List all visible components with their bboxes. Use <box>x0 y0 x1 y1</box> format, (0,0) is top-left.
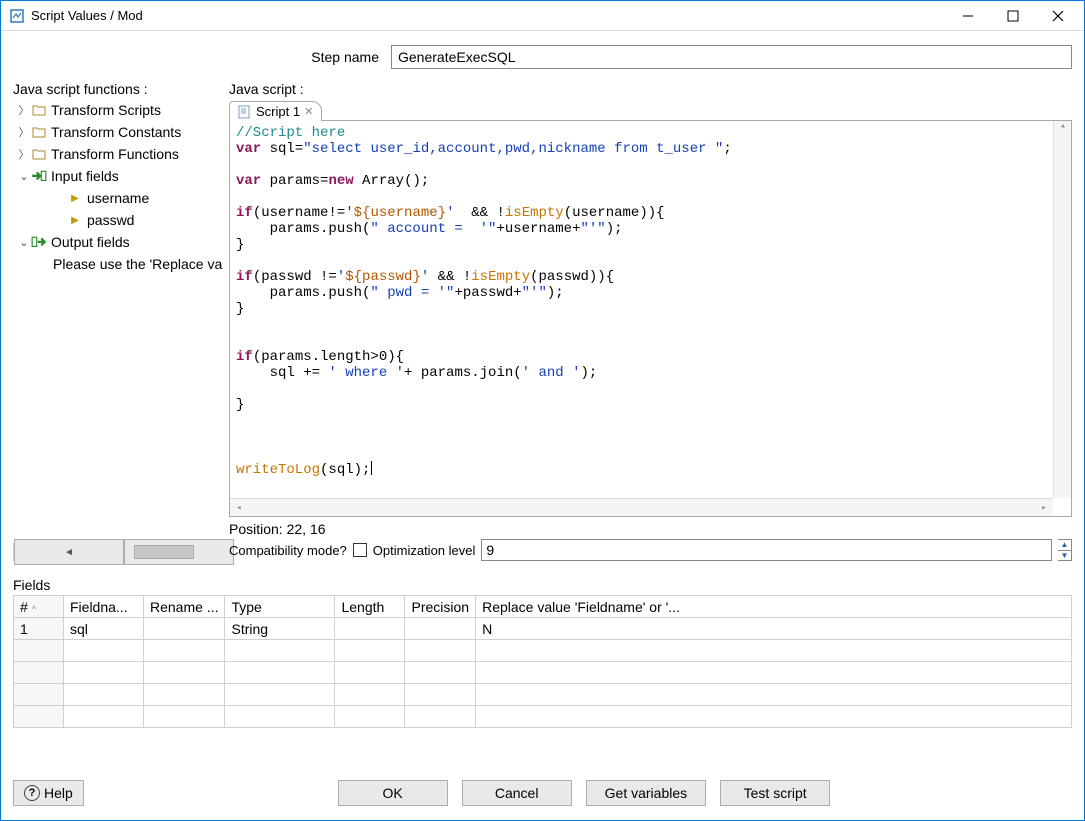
app-icon <box>9 8 25 24</box>
tree-item[interactable]: 〉 Transform Scripts <box>13 99 223 121</box>
fields-table[interactable]: #^Fieldna...Rename ...TypeLengthPrecisio… <box>13 595 1072 728</box>
table-row[interactable] <box>14 706 1072 728</box>
expand-icon[interactable]: 〉 <box>17 102 31 118</box>
folder-icon <box>31 146 47 162</box>
column-header[interactable]: Fieldna... <box>64 596 144 618</box>
tree-item[interactable]: 〉 Transform Constants <box>13 121 223 143</box>
step-name-row: Step name <box>13 45 1072 69</box>
column-header[interactable]: Rename ... <box>144 596 225 618</box>
script-icon <box>238 105 252 119</box>
tree-item-label: Transform Scripts <box>51 102 161 118</box>
table-row[interactable]: 1sqlStringN <box>14 618 1072 640</box>
field-icon: ▶ <box>67 190 83 206</box>
column-header[interactable]: Length <box>335 596 405 618</box>
tree-item-label: Output fields <box>51 234 130 250</box>
step-name-input[interactable] <box>391 45 1072 69</box>
help-icon: ? <box>24 785 40 801</box>
tree-item-label: Input fields <box>51 168 119 184</box>
functions-label: Java script functions : <box>13 81 223 97</box>
column-header[interactable]: #^ <box>14 596 64 618</box>
functions-tree[interactable]: 〉 Transform Scripts 〉 Transform Constants 〉 T… <box>13 99 223 543</box>
tree-item[interactable]: ▶passwd <box>13 209 223 231</box>
opt-level-spinner[interactable]: ▲▼ <box>1058 539 1072 561</box>
table-row[interactable] <box>14 640 1072 662</box>
collapse-icon[interactable]: ⌄ <box>17 170 31 183</box>
collapse-icon[interactable]: ⌄ <box>17 236 31 249</box>
output-fields-icon <box>31 234 47 250</box>
tree-item[interactable]: Please use the 'Replace value' field <box>13 253 223 275</box>
close-button[interactable] <box>1035 2 1080 30</box>
tree-item[interactable]: ⌄ Input fields <box>13 165 223 187</box>
script-tab-label: Script 1 <box>256 104 300 119</box>
code-editor[interactable]: //Script here var sql="select user_id,ac… <box>229 121 1072 517</box>
table-row[interactable] <box>14 662 1072 684</box>
cancel-button[interactable]: Cancel <box>462 780 572 806</box>
tree-item-label: Please use the 'Replace value' field <box>53 256 223 272</box>
opt-level-input[interactable] <box>481 539 1052 561</box>
tree-item-label: Transform Constants <box>51 124 181 140</box>
expand-icon[interactable]: 〉 <box>17 124 31 140</box>
folder-icon <box>31 124 47 140</box>
column-header[interactable]: Precision <box>405 596 476 618</box>
code-h-scrollbar[interactable]: ◂▸ <box>230 498 1053 516</box>
table-row[interactable] <box>14 684 1072 706</box>
tree-h-scrollbar[interactable]: ◄ ► <box>13 543 223 561</box>
help-button[interactable]: ? Help <box>13 780 84 806</box>
tree-item-label: Transform Functions <box>51 146 179 162</box>
tree-item-label: passwd <box>87 212 134 228</box>
compat-label: Compatibility mode? <box>229 543 347 558</box>
minimize-button[interactable] <box>945 2 990 30</box>
column-header[interactable]: Replace value 'Fieldname' or '... <box>476 596 1072 618</box>
script-tab-1[interactable]: Script 1 ✕ <box>229 101 322 121</box>
tree-item-label: username <box>87 190 149 206</box>
step-name-label: Step name <box>13 49 383 65</box>
field-icon: ▶ <box>67 212 83 228</box>
test-script-button[interactable]: Test script <box>720 780 830 806</box>
column-header[interactable]: Type <box>225 596 335 618</box>
tree-item[interactable]: ⌄ Output fields <box>13 231 223 253</box>
titlebar: Script Values / Mod <box>1 1 1084 31</box>
cursor-position: Position: 22, 16 <box>229 521 1072 537</box>
compat-checkbox[interactable] <box>353 543 367 557</box>
tree-item[interactable]: ▶username <box>13 187 223 209</box>
expand-icon[interactable]: 〉 <box>17 146 31 162</box>
tab-close-icon[interactable]: ✕ <box>304 105 313 118</box>
window-title: Script Values / Mod <box>31 8 945 23</box>
fields-label: Fields <box>13 577 1072 593</box>
tree-item[interactable]: 〉 Transform Functions <box>13 143 223 165</box>
folder-icon <box>31 102 47 118</box>
ok-button[interactable]: OK <box>338 780 448 806</box>
maximize-button[interactable] <box>990 2 1035 30</box>
script-tabbar: Script 1 ✕ <box>229 99 1072 121</box>
get-variables-button[interactable]: Get variables <box>586 780 706 806</box>
code-v-scrollbar[interactable]: ▴ <box>1053 121 1071 498</box>
script-label: Java script : <box>229 81 1072 97</box>
opt-level-label: Optimization level <box>373 543 476 558</box>
input-fields-icon <box>31 168 47 184</box>
